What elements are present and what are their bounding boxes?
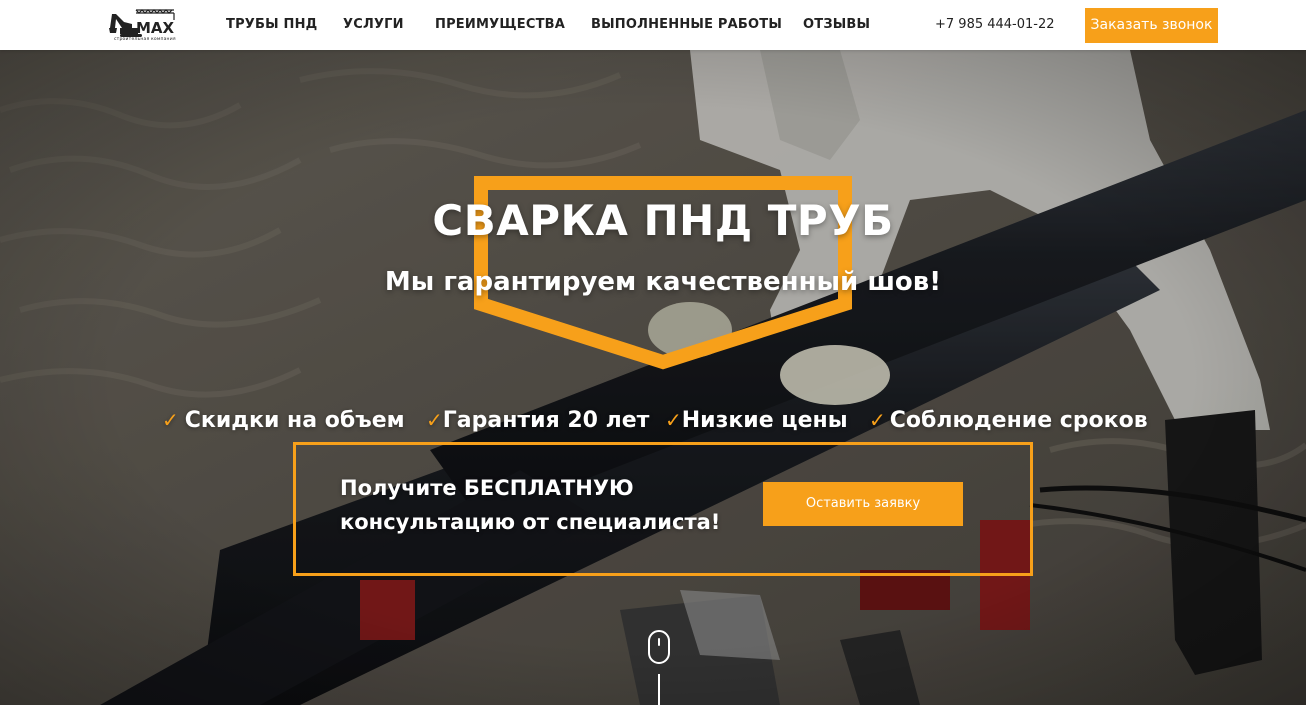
scroll-indicator-line (658, 674, 660, 705)
leave-request-button[interactable]: Оставить заявку (763, 482, 963, 526)
phone-number[interactable]: +7 985 444-01-22 (935, 17, 1055, 32)
check-icon: ✓ (426, 408, 443, 432)
feature-label: Низкие цены (681, 408, 848, 433)
check-icon: ✓ (869, 408, 886, 432)
logo[interactable]: MAX строительная компания (106, 6, 190, 44)
nav-item-completed-works[interactable]: ВЫПОЛНЕННЫЕ РАБОТЫ (591, 17, 782, 32)
mouse-wheel (658, 638, 660, 646)
feature-label: Гарантия 20 лет (442, 408, 650, 433)
feature-item: ✓Гарантия 20 лет (426, 408, 649, 433)
nav-item-pipes[interactable]: ТРУБЫ ПНД (226, 17, 317, 32)
hero-subtitle: Мы гарантируем качественный шов! (384, 267, 942, 297)
scroll-mouse-icon[interactable] (648, 630, 670, 664)
feature-item: ✓ Соблюдение сроков (869, 408, 1148, 433)
consultation-box: Получите БЕСПЛАТНУЮ консультацию от спец… (293, 442, 1033, 576)
nav-item-reviews[interactable]: ОТЗЫВЫ (803, 17, 870, 32)
nav-item-advantages[interactable]: ПРЕИМУЩЕСТВА (435, 17, 565, 32)
hero-background-image (0, 50, 1306, 705)
nav-item-services[interactable]: УСЛУГИ (343, 17, 404, 32)
hero-title: СВАРКА ПНД ТРУБ (432, 196, 894, 245)
svg-text:MAX: MAX (136, 19, 175, 37)
features-list: ✓ Скидки на объем ✓Гарантия 20 лет ✓Низки… (0, 408, 1306, 438)
feature-label: Соблюдение сроков (889, 408, 1148, 433)
logo-subtitle: строительная компания (114, 37, 176, 42)
order-call-button[interactable]: Заказать звонок (1085, 8, 1218, 43)
site-header: MAX строительная компания ТРУБЫ ПНД УСЛУ… (0, 0, 1306, 50)
check-icon: ✓ (665, 408, 682, 432)
feature-label: Скидки на объем (184, 408, 405, 433)
hero-section: СВАРКА ПНД ТРУБ Мы гарантируем качествен… (0, 50, 1306, 705)
feature-item: ✓ Скидки на объем (162, 408, 405, 433)
consultation-text: Получите БЕСПЛАТНУЮ консультацию от спец… (340, 476, 721, 534)
feature-item: ✓Низкие цены (665, 408, 848, 433)
check-icon: ✓ (162, 408, 179, 432)
